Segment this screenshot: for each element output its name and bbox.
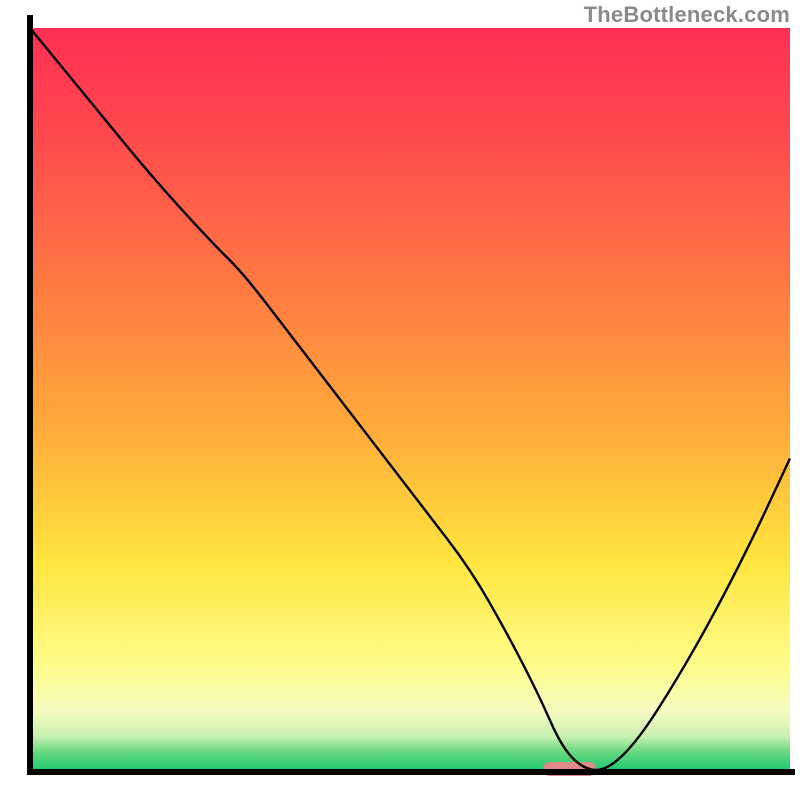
gradient-background xyxy=(30,28,790,770)
chart-container: TheBottleneck.com xyxy=(0,0,800,800)
watermark-text: TheBottleneck.com xyxy=(584,2,790,28)
plot-area xyxy=(30,28,790,776)
chart-svg xyxy=(0,0,800,800)
